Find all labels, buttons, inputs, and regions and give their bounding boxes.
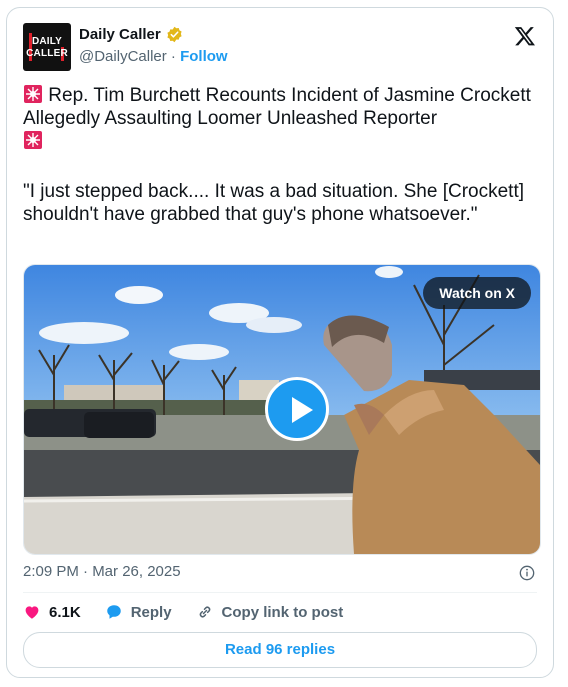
headline-text: Rep. Tim Burchett Recounts Incident of J… bbox=[23, 85, 531, 129]
reply-button[interactable]: Reply bbox=[105, 603, 172, 621]
avatar[interactable]: DAILY CALLER bbox=[23, 23, 71, 71]
author-name-row: Daily Caller bbox=[79, 26, 183, 43]
x-logo-icon[interactable] bbox=[514, 25, 536, 47]
avatar-text-line1: DAILY bbox=[31, 36, 63, 47]
info-icon[interactable] bbox=[519, 565, 535, 581]
follow-button[interactable]: Follow bbox=[180, 48, 228, 65]
timestamp[interactable]: 2:09 PM · Mar 26, 2025 bbox=[23, 563, 181, 580]
heart-icon bbox=[25, 606, 39, 619]
tweet-quote: "I just stepped back.... It was a bad si… bbox=[23, 181, 525, 225]
read-replies-button[interactable]: Read 96 replies bbox=[23, 632, 537, 668]
copy-link-button[interactable]: Copy link to post bbox=[196, 603, 344, 621]
like-button[interactable]: 6.1K bbox=[23, 603, 81, 621]
avatar-text-line2: CALLER bbox=[26, 48, 68, 59]
verified-badge-icon bbox=[167, 26, 182, 43]
play-icon[interactable] bbox=[265, 377, 329, 441]
tweet-card: DAILY CALLER Daily Caller @DailyCaller ·… bbox=[6, 7, 554, 678]
link-icon bbox=[199, 606, 210, 618]
reply-label: Reply bbox=[130, 603, 172, 621]
author-handle[interactable]: @DailyCaller bbox=[79, 48, 167, 65]
reply-bubble-icon bbox=[106, 605, 121, 619]
video-player[interactable]: Watch on X bbox=[23, 264, 541, 555]
siren-icon bbox=[24, 85, 42, 103]
author-name[interactable]: Daily Caller bbox=[79, 26, 161, 43]
separator: · bbox=[170, 48, 176, 65]
action-bar: 6.1K Reply Copy link to post bbox=[23, 603, 367, 621]
like-count: 6.1K bbox=[49, 603, 81, 621]
copy-link-label: Copy link to post bbox=[221, 603, 344, 621]
divider bbox=[23, 592, 537, 593]
watch-on-x-button[interactable]: Watch on X bbox=[423, 277, 531, 309]
siren-icon bbox=[24, 131, 42, 149]
handle-row: @DailyCaller · Follow bbox=[79, 48, 228, 65]
tweet-headline: Rep. Tim Burchett Recounts Incident of J… bbox=[23, 84, 543, 153]
